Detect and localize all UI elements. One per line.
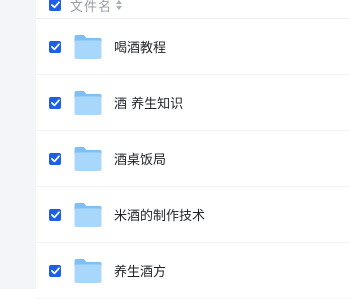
- row-checkbox[interactable]: [49, 96, 61, 109]
- file-row[interactable]: 喝酒教程: [36, 19, 350, 75]
- file-name[interactable]: 养生酒方: [114, 261, 166, 280]
- file-row[interactable]: 米酒的制作技术: [36, 187, 350, 243]
- folder-icon: [74, 202, 102, 227]
- file-list-panel: 文件名 喝酒教程 酒 养生知识 酒桌饭局 米酒的制作技术 养生酒方: [36, 0, 350, 299]
- checkmark-icon: [50, 210, 60, 218]
- folder-icon: [74, 34, 102, 59]
- file-name[interactable]: 酒桌饭局: [114, 149, 166, 168]
- left-gutter: [0, 0, 36, 289]
- folder-icon: [74, 146, 102, 171]
- select-all-checkbox[interactable]: [49, 0, 61, 11]
- file-list-header: 文件名: [36, 0, 350, 18]
- checkmark-icon: [50, 42, 60, 50]
- row-checkbox[interactable]: [49, 208, 61, 221]
- folder-icon: [74, 90, 102, 115]
- file-row[interactable]: 养生酒方: [36, 243, 350, 299]
- folder-icon: [74, 258, 102, 283]
- file-name[interactable]: 喝酒教程: [114, 37, 166, 56]
- file-list: 喝酒教程 酒 养生知识 酒桌饭局 米酒的制作技术 养生酒方: [36, 19, 350, 299]
- checkmark-icon: [50, 98, 60, 106]
- file-row[interactable]: 酒 养生知识: [36, 75, 350, 131]
- checkmark-icon: [50, 1, 60, 9]
- file-name[interactable]: 酒 养生知识: [114, 93, 183, 112]
- row-checkbox[interactable]: [49, 152, 61, 165]
- sort-icon[interactable]: [116, 0, 123, 10]
- checkmark-icon: [50, 154, 60, 162]
- file-row[interactable]: 酒桌饭局: [36, 131, 350, 187]
- file-name[interactable]: 米酒的制作技术: [114, 205, 205, 224]
- column-header-filename[interactable]: 文件名: [70, 0, 112, 15]
- row-checkbox[interactable]: [49, 264, 61, 277]
- row-checkbox[interactable]: [49, 40, 61, 53]
- checkmark-icon: [50, 266, 60, 274]
